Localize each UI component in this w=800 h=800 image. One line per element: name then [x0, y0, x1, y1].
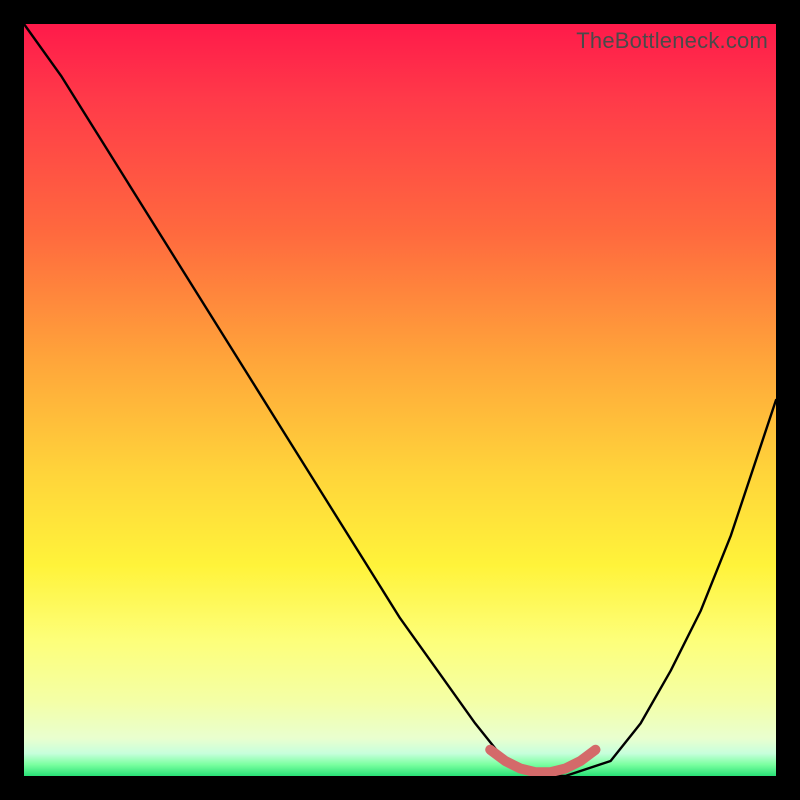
- highlight-segment-path: [490, 750, 595, 773]
- bottleneck-curve-path: [24, 24, 776, 776]
- chart-svg: [24, 24, 776, 776]
- chart-frame: TheBottleneck.com: [0, 0, 800, 800]
- plot-area: TheBottleneck.com: [24, 24, 776, 776]
